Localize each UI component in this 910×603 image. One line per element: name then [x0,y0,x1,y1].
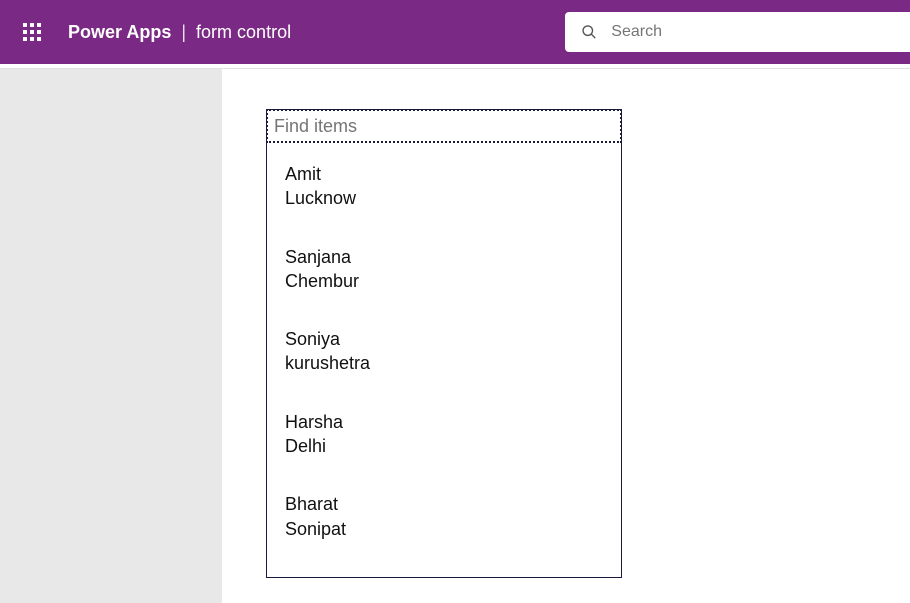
item-city: Lucknow [285,186,603,210]
search-icon [581,23,597,41]
app-launcher-icon[interactable] [8,8,56,56]
search-box[interactable] [565,12,910,52]
find-items-box[interactable] [266,109,622,143]
item-city: kurushetra [285,351,603,375]
item-name: Sanjana [285,245,603,269]
item-name: Amit [285,162,603,186]
workspace: Amit Lucknow Sanjana Chembur Soniya kuru… [0,69,910,603]
product-name[interactable]: Power Apps [68,22,171,43]
list-item[interactable]: Bharat Sonipat [267,480,621,563]
left-sidebar [0,69,222,603]
item-city: Chembur [285,269,603,293]
list-item[interactable]: Sanjana Chembur [267,233,621,316]
list-item[interactable]: Soniya kurushetra [267,315,621,398]
gallery-items: Amit Lucknow Sanjana Chembur Soniya kuru… [267,142,621,577]
breadcrumb-separator: | [181,22,186,43]
waffle-icon [23,23,41,41]
item-name: Bharat [285,492,603,516]
item-name: Harsha [285,410,603,434]
search-input[interactable] [611,23,898,41]
list-item[interactable]: Amit Lucknow [267,150,621,233]
item-city: Sonipat [285,517,603,541]
item-city: Delhi [285,434,603,458]
page-title[interactable]: form control [196,22,291,43]
find-items-input[interactable] [274,116,614,137]
app-header: Power Apps | form control [0,0,910,64]
breadcrumb: Power Apps | form control [68,22,291,43]
canvas-area: Amit Lucknow Sanjana Chembur Soniya kuru… [222,69,910,603]
list-item[interactable]: Harsha Delhi [267,398,621,481]
gallery-control[interactable]: Amit Lucknow Sanjana Chembur Soniya kuru… [266,109,622,578]
item-name: Soniya [285,327,603,351]
